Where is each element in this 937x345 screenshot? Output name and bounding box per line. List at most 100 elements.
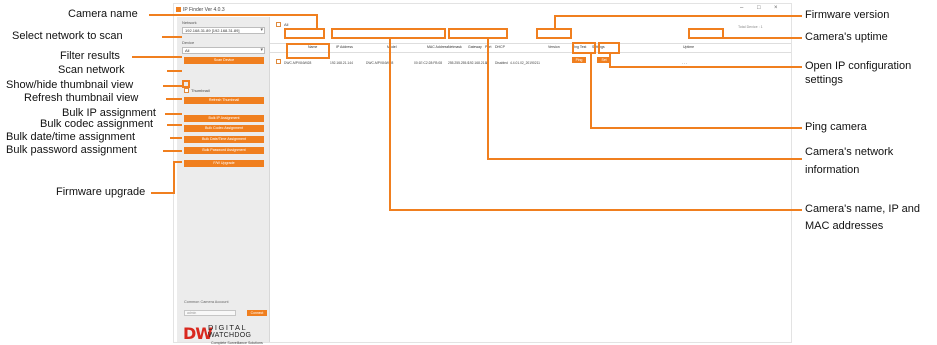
connector-firmware-v	[173, 161, 175, 194]
device-label: Device	[182, 40, 195, 45]
callout-show-hide-thumbnail: Show/hide thumbnail view	[6, 79, 134, 91]
close-button[interactable]: ×	[774, 5, 778, 11]
connector-scan	[167, 70, 182, 72]
connector-ping-h	[590, 127, 802, 129]
connector-ping-v	[590, 53, 592, 129]
firmware-upgrade-button[interactable]: F/W Upgrade	[184, 160, 264, 167]
highlight-thumbnail-checkbox	[182, 80, 190, 88]
logo-tagline: Complete Surveillance Solutions	[211, 341, 263, 345]
highlight-name-cell	[286, 43, 330, 59]
col-header-ip[interactable]: IP Address	[336, 45, 353, 49]
cell-uptime: - - -	[682, 61, 688, 65]
col-header-dhcp[interactable]: DHCP	[495, 45, 505, 49]
col-header-uptime[interactable]: Uptime	[683, 45, 694, 49]
connector-fw-version-v	[554, 15, 556, 29]
cell-netmask: 255.255.255.0	[448, 61, 470, 65]
callout-bulk-password: Bulk password assignment	[6, 144, 137, 156]
connector-bulk-datetime	[170, 137, 182, 139]
select-all-label: All	[284, 22, 289, 27]
callout-firmware-version: Firmware version	[805, 9, 890, 21]
col-header-netmask[interactable]: Netmask	[448, 45, 462, 49]
connector-refresh	[166, 98, 182, 100]
select-all-checkbox[interactable]	[276, 22, 281, 27]
connector-settings-h	[609, 66, 802, 68]
highlight-ping	[572, 42, 596, 54]
callout-network-info-1: Camera's network	[805, 146, 894, 158]
connector-network-h	[487, 158, 802, 160]
connector-firmware-h	[151, 192, 175, 194]
callout-filter-results: Filter results	[60, 50, 120, 62]
callout-ping-camera: Ping camera	[805, 121, 867, 133]
callout-select-network: Select network to scan	[12, 30, 123, 42]
cell-version: 4.4.01.02_20190211	[510, 61, 541, 65]
row-checkbox[interactable]	[276, 59, 281, 64]
callout-scan-network: Scan network	[58, 64, 125, 76]
connector-camera-name-v	[316, 14, 318, 29]
callout-refresh-thumbnail: Refresh thumbnail view	[24, 92, 139, 104]
ping-button[interactable]: Ping	[572, 57, 586, 63]
thumbnail-label: Thumbnail	[191, 88, 210, 93]
network-select[interactable]: 192.168.31.89 [192.168.31.89] ▾	[182, 27, 265, 34]
highlight-uptime-column	[688, 28, 724, 39]
connector-firmware-stub	[173, 161, 182, 163]
callout-camera-uptime: Camera's uptime	[805, 31, 888, 43]
bulk-codec-button[interactable]: Bulk Codec Assignment	[184, 125, 264, 132]
connector-name-ip-mac-h	[389, 209, 802, 211]
col-header-gateway[interactable]: Gateway	[468, 45, 482, 49]
col-header-version[interactable]: Version	[548, 45, 560, 49]
connect-button[interactable]: Connect	[247, 310, 267, 316]
bulk-ip-button[interactable]: Bulk IP Assignment	[184, 115, 264, 122]
connector-fw-version-h	[554, 15, 802, 17]
chevron-down-icon: ▾	[260, 27, 263, 33]
common-camera-account-label: Common Camera Account	[184, 300, 229, 304]
col-header-mac[interactable]: MAC Address	[427, 45, 448, 49]
app-icon	[176, 7, 181, 12]
logo-watchdog: WATCHDOG	[208, 332, 252, 339]
highlight-version-column	[536, 28, 572, 39]
callout-open-ip-config-2: settings	[805, 74, 843, 86]
connector-settings-v	[609, 53, 611, 67]
callout-camera-name: Camera name	[68, 8, 138, 20]
connector-network	[162, 36, 182, 38]
connector-bulk-codec	[167, 124, 182, 126]
maximize-button[interactable]: □	[757, 5, 761, 11]
callout-bulk-datetime: Bulk date/time assignment	[6, 131, 136, 143]
connector-filter	[132, 56, 182, 58]
connector-bulk-ip	[165, 113, 182, 115]
connector-thumb	[163, 85, 182, 87]
header-top-divider	[270, 43, 791, 44]
callout-firmware-upgrade: Firmware upgrade	[56, 186, 146, 198]
logo-digital: DIGITAL	[208, 323, 248, 332]
bulk-password-button[interactable]: Bulk Password Assignment	[184, 147, 264, 154]
chevron-down-icon: ▾	[260, 47, 263, 53]
callout-network-info-2: information	[805, 164, 860, 176]
cell-mac: 00:1E:C2:28:FB:08	[414, 61, 443, 65]
bulk-datetime-button[interactable]: Bulk Date/Time Assignment	[184, 136, 264, 143]
highlight-name-column	[284, 28, 325, 39]
connector-name-ip-mac-v	[389, 38, 391, 211]
scan-device-button[interactable]: Scan Device	[184, 57, 264, 64]
cell-ip: 192.168.21.144	[330, 61, 353, 65]
connector-bulk-password	[163, 150, 182, 152]
account-input[interactable]: admin	[184, 310, 236, 316]
network-select-value: 192.168.31.89 [192.168.31.89]	[185, 28, 240, 33]
connector-camera-name-h	[149, 14, 318, 16]
refresh-thumbnail-button[interactable]: Refresh Thumbnail	[184, 97, 264, 104]
connector-uptime	[724, 37, 802, 39]
highlight-network-columns	[448, 28, 508, 39]
thumbnail-checkbox[interactable]	[184, 88, 189, 93]
total-device-count: Total Device : 1	[738, 25, 763, 29]
sidebar: Network 192.168.31.89 [192.168.31.89] ▾ …	[177, 17, 270, 345]
callout-bulk-codec: Bulk codec assignment	[40, 118, 154, 130]
callout-name-ip-mac-1: Camera's name, IP and	[805, 203, 921, 215]
cell-dhcp: Disabled	[495, 61, 508, 65]
network-label: Network	[182, 20, 197, 25]
window-title: IP Finder Ver 4.0.3	[183, 7, 225, 13]
callout-name-ip-mac-2: MAC addresses	[805, 220, 884, 232]
ip-finder-window: IP Finder Ver 4.0.3 – □ × Network 192.16…	[173, 3, 792, 345]
connector-network-v	[487, 38, 489, 160]
callout-open-ip-config-1: Open IP configuration	[805, 60, 912, 72]
device-filter-select[interactable]: All ▾	[182, 47, 265, 54]
cell-name: DWC-MPV84Wi28	[284, 61, 312, 65]
minimize-button[interactable]: –	[740, 5, 743, 11]
